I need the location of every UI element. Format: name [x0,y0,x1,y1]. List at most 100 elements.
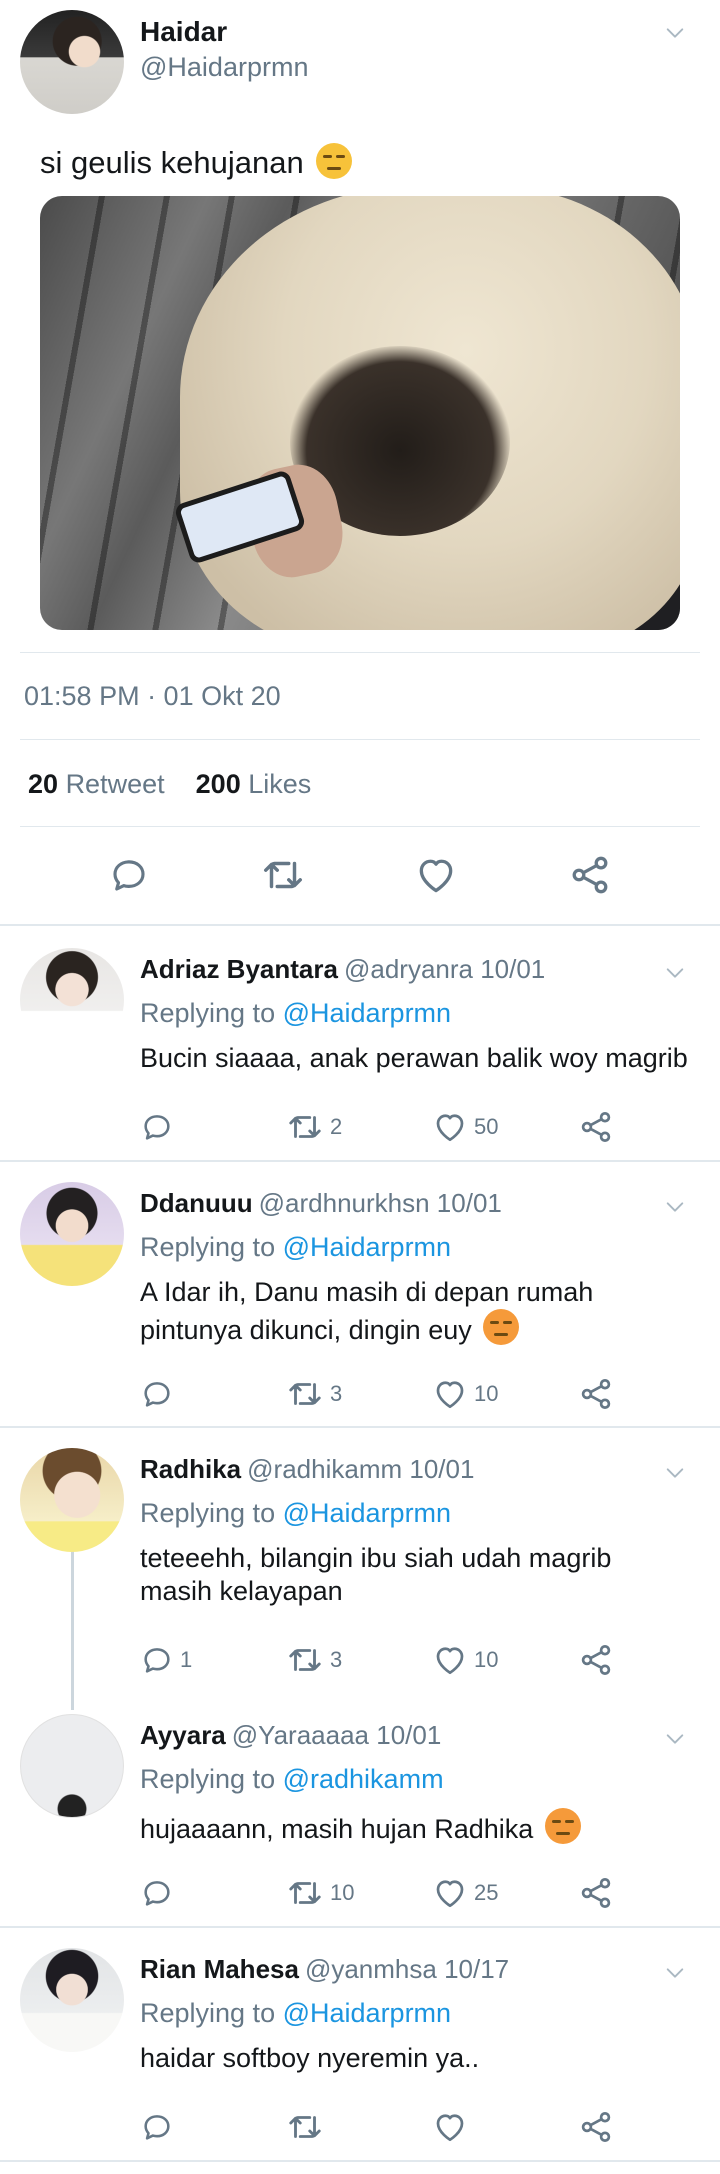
reply-actions [0,2102,720,2152]
author-name[interactable]: Rian Mahesa [140,1954,299,1984]
author-handle[interactable]: @Haidarprmn [140,52,308,83]
author-handle-date[interactable]: @ardhnurkhsn 10/01 [259,1188,502,1218]
like-button[interactable] [432,2102,474,2152]
avatar[interactable] [20,1448,124,1552]
heart-icon [414,853,458,897]
reply-icon [140,1876,174,1910]
reply-text: haidar softboy nyeremin ya.. [140,2043,480,2073]
reply-icon [140,1110,174,1144]
replying-label: Replying to [140,1764,276,1794]
tweet-stats: 20 Retweet 200 Likes [28,769,311,800]
replying-to: Replying to @radhikamm [140,1764,444,1795]
main-tweet-actions [0,850,720,900]
reply-text: hujaaaann, masih hujan Radhika [140,1814,534,1844]
retweet-icon [286,1375,324,1413]
reply-button[interactable] [140,1868,180,1918]
expressionless-emoji-icon [316,143,353,179]
retweet-button[interactable]: 3 [286,1369,342,1419]
chevron-down-icon[interactable] [664,1728,686,1750]
mention-link[interactable]: @Haidarprmn [283,998,451,1028]
retweet-button[interactable]: 10 [286,1868,354,1918]
author-name[interactable]: Ddanuuu [140,1188,253,1218]
author-name[interactable]: Haidar [140,16,227,48]
reply-header: Ddanuuu @ardhnurkhsn 10/01 [140,1188,502,1219]
author-name[interactable]: Ayyara [140,1720,226,1750]
like-count: 25 [474,1880,499,1905]
tweet-text-line: si geulis kehujanan [40,143,353,181]
avatar[interactable] [20,10,124,114]
reply-icon [140,1377,174,1411]
share-button[interactable] [568,850,612,900]
author-handle-date[interactable]: @adryanra 10/01 [344,954,545,984]
retweet-button[interactable]: 3 [286,1635,342,1685]
reply-count: 1 [180,1647,193,1672]
author-name[interactable]: Adriaz Byantara [140,954,338,984]
divider [0,1426,720,1428]
tweet-text: si geulis kehujanan [40,145,304,180]
reply-button[interactable] [140,1369,180,1419]
retweet-button[interactable] [286,2102,330,2152]
retweet-count: 10 [330,1880,355,1905]
heart-icon [432,1376,468,1412]
tweet-photo[interactable] [40,196,680,630]
retweet-icon [286,1874,324,1912]
like-button[interactable]: 10 [432,1369,498,1419]
replying-to: Replying to @Haidarprmn [140,1232,451,1263]
like-button[interactable]: 25 [432,1868,498,1918]
share-button[interactable] [578,1369,614,1419]
share-button[interactable] [578,1868,614,1918]
share-button[interactable] [578,1102,614,1152]
reply-button[interactable]: 1 [140,1635,192,1685]
retweet-button[interactable]: 2 [286,1102,342,1152]
reply-text: A Idar ih, Danu masih di depan rumah pin… [140,1277,594,1345]
retweet-icon [286,1108,324,1146]
replying-to: Replying to @Haidarprmn [140,998,451,1029]
reply-actions: 3 10 [0,1369,720,1419]
divider [0,1926,720,1928]
share-button[interactable] [578,1635,614,1685]
retweet-label[interactable]: Retweet [66,769,165,799]
mention-link[interactable]: @Haidarprmn [283,1232,451,1262]
like-label[interactable]: Likes [248,769,311,799]
author-name[interactable]: Radhika [140,1454,241,1484]
retweet-count: 3 [330,1647,343,1672]
like-button[interactable]: 10 [432,1635,498,1685]
chevron-down-icon[interactable] [664,962,686,984]
author-handle-date[interactable]: @Yaraaaaa 10/01 [232,1720,442,1750]
chevron-down-icon[interactable] [664,1196,686,1218]
replying-label: Replying to [140,1232,276,1262]
tweet-timestamp[interactable]: 01:58 PM · 01 Okt 20 [24,681,281,712]
mention-link[interactable]: @radhikamm [283,1764,444,1794]
author-handle-date[interactable]: @radhikamm 10/01 [247,1454,474,1484]
author-handle-date[interactable]: @yanmhsa 10/17 [305,1954,509,1984]
like-button[interactable] [414,850,458,900]
avatar[interactable] [20,1948,124,2052]
heart-icon [432,1642,468,1678]
avatar[interactable] [20,1714,124,1818]
mention-link[interactable]: @Haidarprmn [283,1998,451,2028]
chevron-down-icon[interactable] [664,1962,686,1984]
mention-link[interactable]: @Haidarprmn [283,1498,451,1528]
heart-icon [432,1109,468,1145]
reply-text-block: hujaaaann, masih hujan Radhika [140,1808,710,1846]
heart-icon [432,2109,468,2145]
reply-actions: 2 50 [0,1102,720,1152]
like-count: 50 [474,1114,499,1139]
chevron-down-icon[interactable] [664,22,686,44]
reply-header: Rian Mahesa @yanmhsa 10/17 [140,1954,509,1985]
reply-header: Ayyara @Yaraaaaa 10/01 [140,1720,441,1751]
thread-line [71,1550,74,1710]
reply-button[interactable] [140,1102,180,1152]
share-icon [578,1642,614,1678]
chevron-down-icon[interactable] [664,1462,686,1484]
share-button[interactable] [578,2102,614,2152]
retweet-button[interactable] [260,850,306,900]
avatar[interactable] [20,1182,124,1286]
reply-button[interactable] [108,850,150,900]
like-button[interactable]: 50 [432,1102,498,1152]
share-icon [578,1875,614,1911]
reply-button[interactable] [140,2102,180,2152]
retweet-count[interactable]: 20 [28,769,58,799]
avatar[interactable] [20,948,124,1052]
like-count[interactable]: 200 [196,769,241,799]
